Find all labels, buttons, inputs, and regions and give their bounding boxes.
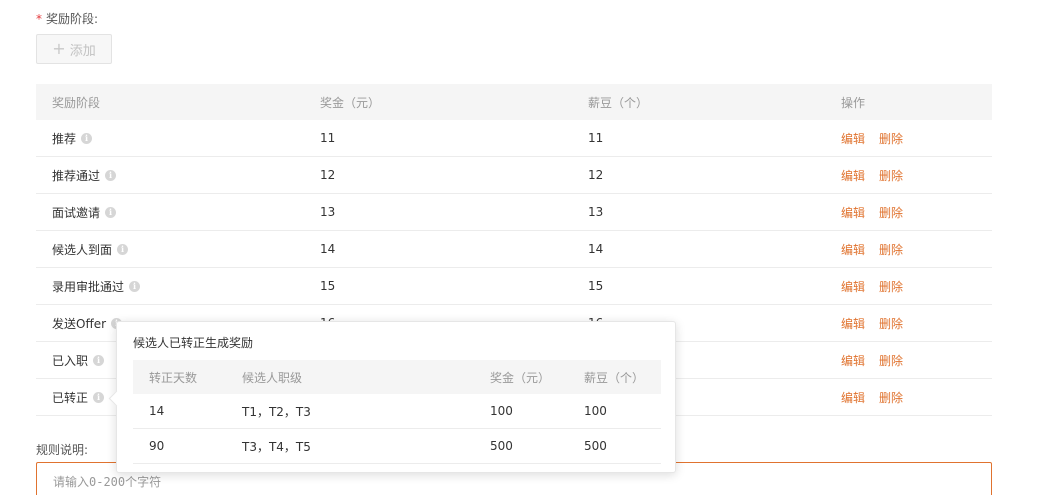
table-row: 推荐 i 11 11 编辑 删除 (36, 120, 992, 157)
edit-link[interactable]: 编辑 (841, 278, 865, 295)
actions-cell: 编辑 删除 (841, 204, 903, 221)
delete-link[interactable]: 删除 (879, 278, 903, 295)
delete-link[interactable]: 删除 (879, 315, 903, 332)
add-stage-button[interactable]: + 添加 (36, 34, 112, 64)
table-header: 奖励阶段 奖金（元） 薪豆（个） 操作 (36, 84, 992, 120)
popover-header-levels: 候选人职级 (242, 370, 303, 385)
popover-header-days: 转正天数 (149, 370, 198, 385)
delete-link[interactable]: 删除 (879, 130, 903, 147)
days-cell: 90 (149, 439, 165, 453)
levels-cell: T1，T2，T3 (242, 404, 311, 419)
popover-table-row: 14 T1，T2，T3 100 100 (133, 394, 661, 429)
popover-table-row: 90 T3，T4，T5 500 500 (133, 429, 661, 464)
rules-label: 规则说明: (36, 443, 89, 457)
actions-cell: 编辑 删除 (841, 315, 903, 332)
edit-link[interactable]: 编辑 (841, 241, 865, 258)
bonus-cell: 13 (320, 205, 336, 219)
info-icon[interactable]: i (93, 391, 105, 403)
edit-link[interactable]: 编辑 (841, 315, 865, 332)
stage-cell: 面试邀请 i (52, 204, 117, 221)
stage-name: 推荐通过 (52, 168, 101, 183)
table-row: 候选人到面 i 14 14 编辑 删除 (36, 231, 992, 268)
popover-beans-cell: 100 (584, 404, 607, 418)
edit-link[interactable]: 编辑 (841, 130, 865, 147)
bonus-cell: 14 (320, 242, 336, 256)
stage-name: 候选人到面 (52, 242, 113, 257)
delete-link[interactable]: 删除 (879, 241, 903, 258)
edit-link[interactable]: 编辑 (841, 167, 865, 184)
beans-cell: 15 (588, 279, 604, 293)
stage-name: 推荐 (52, 131, 77, 146)
actions-cell: 编辑 删除 (841, 130, 903, 147)
levels-cell: T3，T4，T5 (242, 439, 311, 454)
add-button-label: 添加 (69, 43, 96, 59)
stage-info-popover: 候选人已转正生成奖励 转正天数 候选人职级 奖金（元） 薪豆（个） 14 T1，T… (108, 321, 676, 473)
beans-cell: 14 (588, 242, 604, 256)
stage-cell: 已入职 i (52, 352, 105, 369)
actions-cell: 编辑 删除 (841, 389, 903, 406)
info-icon[interactable]: i (129, 280, 141, 292)
plus-icon: + (52, 39, 66, 58)
popover-header-beans: 薪豆（个） (584, 370, 645, 385)
table-row: 面试邀请 i 13 13 编辑 删除 (36, 194, 992, 231)
beans-cell: 11 (588, 131, 604, 145)
stage-cell: 发送Offeri (52, 315, 123, 332)
delete-link[interactable]: 删除 (879, 204, 903, 221)
stage-name: 发送Offer (52, 316, 107, 331)
popover-title: 候选人已转正生成奖励 (133, 336, 254, 350)
info-icon[interactable]: i (105, 206, 117, 218)
edit-link[interactable]: 编辑 (841, 204, 865, 221)
stage-name: 已入职 (52, 353, 89, 368)
popover-table-header: 转正天数 候选人职级 奖金（元） 薪豆（个） (133, 360, 661, 394)
edit-link[interactable]: 编辑 (841, 352, 865, 369)
actions-cell: 编辑 删除 (841, 167, 903, 184)
days-cell: 14 (149, 404, 165, 418)
stage-section-label: * 奖励阶段: (36, 10, 98, 27)
actions-cell: 编辑 删除 (841, 241, 903, 258)
delete-link[interactable]: 删除 (879, 167, 903, 184)
info-icon[interactable]: i (81, 132, 93, 144)
info-icon[interactable]: i (105, 169, 117, 181)
popover-bonus-cell: 100 (490, 404, 513, 418)
actions-cell: 编辑 删除 (841, 278, 903, 295)
delete-link[interactable]: 删除 (879, 352, 903, 369)
edit-link[interactable]: 编辑 (841, 389, 865, 406)
header-actions: 操作 (841, 95, 866, 110)
beans-cell: 12 (588, 168, 604, 182)
reward-config-page: * 奖励阶段: + 添加 奖励阶段 奖金（元） 薪豆（个） 操作 推荐 i 11 11 编… (0, 0, 1050, 495)
popover-bonus-cell: 500 (490, 439, 513, 453)
required-mark: * (36, 12, 42, 26)
info-icon[interactable]: i (117, 243, 129, 255)
stage-name: 面试邀请 (52, 205, 101, 220)
delete-link[interactable]: 删除 (879, 389, 903, 406)
popover-table: 转正天数 候选人职级 奖金（元） 薪豆（个） 14 T1，T2，T3 100 100 9… (133, 360, 661, 464)
stage-name: 录用审批通过 (52, 279, 125, 294)
stage-cell: 录用审批通过 i (52, 278, 141, 295)
bonus-cell: 12 (320, 168, 336, 182)
header-stage: 奖励阶段 (52, 95, 101, 110)
popover-beans-cell: 500 (584, 439, 607, 453)
popover-header-bonus: 奖金（元） (490, 370, 551, 385)
table-row: 录用审批通过 i 15 15 编辑 删除 (36, 268, 992, 305)
bonus-cell: 11 (320, 131, 336, 145)
beans-cell: 13 (588, 205, 604, 219)
header-bonus: 奖金（元） (320, 95, 381, 110)
bonus-cell: 15 (320, 279, 336, 293)
stage-name: 已转正 (52, 390, 89, 405)
stage-cell: 候选人到面 i (52, 241, 129, 258)
stage-cell: 推荐 i (52, 130, 93, 147)
actions-cell: 编辑 删除 (841, 352, 903, 369)
stage-cell: 已转正 i (52, 389, 105, 406)
popover-table-body: 14 T1，T2，T3 100 100 90 T3，T4，T5 500 500 (133, 394, 661, 464)
table-row: 推荐通过 i 12 12 编辑 删除 (36, 157, 992, 194)
info-icon[interactable]: i (93, 354, 105, 366)
header-beans: 薪豆（个） (588, 95, 649, 110)
stage-label-text: 奖励阶段: (46, 12, 99, 26)
stage-cell: 推荐通过 i (52, 167, 117, 184)
